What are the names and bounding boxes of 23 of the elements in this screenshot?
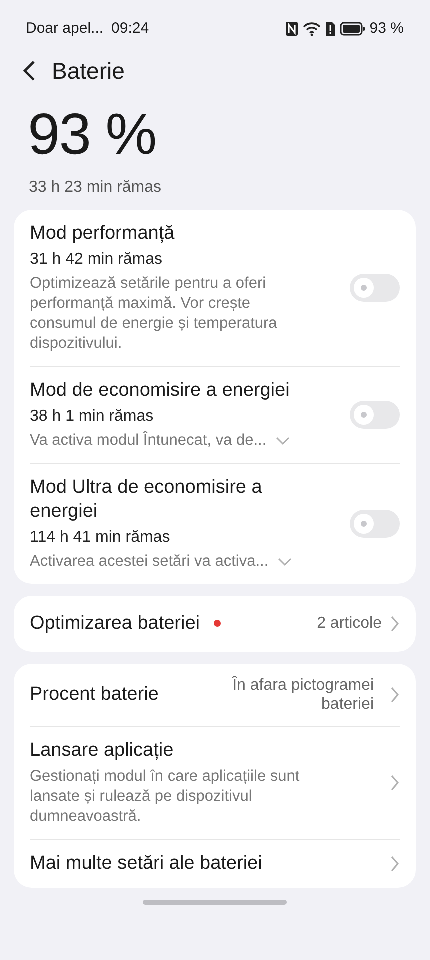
mode-description: Optimizează setările pentru a oferi performanță maximă. Vor crește consumul de energie și temperatura dispozitivului. — [30, 274, 278, 354]
carrier-text: Doar apel... — [26, 18, 104, 39]
remaining-time: 38 h 1 min rămas — [30, 407, 155, 428]
list-item[interactable]: Optimizarea bateriei 2 articole — [14, 596, 416, 652]
mode-description: Va activa modul Întunecat, va de... — [30, 431, 267, 452]
mode-description: Activarea acestei setări va activa... — [30, 552, 269, 572]
item-value: 2 articole — [317, 614, 382, 634]
mode-title: Mod de economisire a energiei — [30, 379, 291, 404]
remaining-time: 33 h 23 min rămas — [29, 178, 163, 198]
page-title: Baterie — [52, 56, 125, 86]
item-title: Procent baterie — [30, 683, 160, 707]
remaining-time: 31 h 42 min rămas — [30, 250, 164, 270]
battery-percentage: 93 % — [28, 106, 158, 164]
remaining-time: 114 h 41 min rămas — [30, 528, 172, 548]
mode-title: Mod Ultra de economisire a energiei — [30, 476, 264, 524]
mode-title: Mod performanță — [30, 222, 176, 246]
battery-percent-text: 93 % — [370, 18, 404, 39]
item-title: Mai multe setări ale bateriei — [30, 852, 264, 876]
item-value: În afara pictogramei bateriei — [231, 676, 374, 714]
item-title: Optimizarea bateriei — [30, 612, 200, 636]
clock-text: 09:24 — [112, 18, 150, 39]
item-title: Lansare aplicație — [30, 739, 175, 763]
item-description: Gestionați modul în care aplicațiile sunt lansate și rulează pe dispozitivul dumneavoastră. — [30, 766, 301, 828]
